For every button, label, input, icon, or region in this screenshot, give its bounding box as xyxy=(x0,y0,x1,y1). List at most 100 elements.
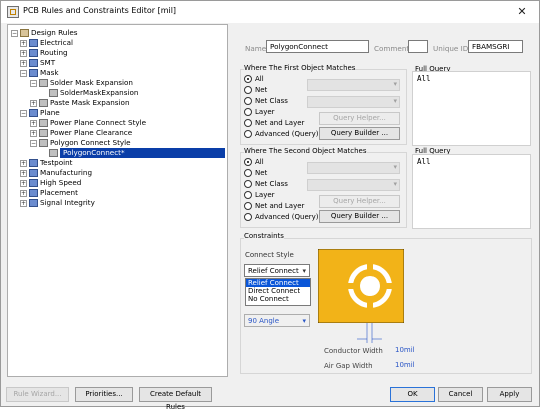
tree-item-plane[interactable]: − Plane xyxy=(20,108,60,118)
comment-field[interactable] xyxy=(408,40,428,53)
tree-item-label: Routing xyxy=(40,48,68,57)
expand-icon[interactable]: + xyxy=(20,169,27,177)
connect-style-dropdown[interactable]: Relief Connect Direct Connect No Connect xyxy=(245,278,311,306)
priorities-button[interactable]: Priorities... xyxy=(75,387,133,402)
expand-icon[interactable]: + xyxy=(20,199,27,207)
radio-icon xyxy=(244,191,252,199)
tree-item-smt[interactable]: + SMT xyxy=(20,58,55,68)
conductor-width-value[interactable]: 10mil xyxy=(395,346,415,354)
tree-item-testpoint[interactable]: + Testpoint xyxy=(20,158,72,168)
title-bar: PCB Rules and Constraints Editor [mil] ✕ xyxy=(1,1,539,23)
tree-item-power-plane-connect-style[interactable]: + Power Plane Connect Style xyxy=(30,118,146,128)
tree-item-routing[interactable]: + Routing xyxy=(20,48,68,58)
tree-item-paste-mask-expansion[interactable]: + Paste Mask Expansion xyxy=(30,98,130,108)
second-full-query-box[interactable]: All xyxy=(412,154,531,229)
tree-item-high-speed[interactable]: + High Speed xyxy=(20,178,81,188)
expand-icon[interactable]: + xyxy=(20,179,27,187)
cancel-button[interactable]: Cancel xyxy=(438,387,483,402)
tree-item-soldermaskexpansion[interactable]: SolderMaskExpansion xyxy=(49,88,138,98)
app-icon xyxy=(7,6,19,18)
ok-button[interactable]: OK xyxy=(390,387,435,402)
first-radio-layer[interactable]: Layer xyxy=(244,108,275,116)
option-no-connect[interactable]: No Connect xyxy=(246,295,310,303)
radio-label: Layer xyxy=(255,108,275,116)
expand-icon[interactable]: + xyxy=(30,129,37,137)
first-net-select xyxy=(307,79,400,91)
tree-item-manufacturing[interactable]: + Manufacturing xyxy=(20,168,92,178)
second-radio-net-class[interactable]: Net Class xyxy=(244,180,288,188)
tree-item-label: Placement xyxy=(40,188,78,197)
first-radio-all[interactable]: All xyxy=(244,75,264,83)
radio-selected-icon xyxy=(244,75,252,83)
second-radio-all[interactable]: All xyxy=(244,158,264,166)
collapse-icon[interactable]: − xyxy=(30,139,37,147)
tree-item-polygonconnect-selected[interactable]: PolygonConnect* xyxy=(49,148,225,158)
radio-icon xyxy=(244,97,252,105)
tree-item-signal-integrity[interactable]: + Signal Integrity xyxy=(20,198,95,208)
first-query-builder-button[interactable]: Query Builder ... xyxy=(319,127,400,140)
option-direct-connect[interactable]: Direct Connect xyxy=(246,287,310,295)
second-radio-layer[interactable]: Layer xyxy=(244,191,275,199)
apply-button[interactable]: Apply xyxy=(487,387,532,402)
radio-label: Layer xyxy=(255,191,275,199)
name-label: Name xyxy=(245,44,267,53)
expand-icon[interactable]: + xyxy=(30,119,37,127)
tree-item-power-plane-clearance[interactable]: + Power Plane Clearance xyxy=(30,128,132,138)
expand-icon[interactable]: + xyxy=(20,189,27,197)
tree-item-label: Power Plane Clearance xyxy=(50,128,133,137)
radio-label: Net and Layer xyxy=(255,202,305,210)
radio-label: All xyxy=(255,158,264,166)
rule-wizard-button: Rule Wizard... xyxy=(6,387,69,402)
second-query-builder-button[interactable]: Query Builder ... xyxy=(319,210,400,223)
constraints-title: Constraints xyxy=(244,232,284,240)
rule-instance-icon xyxy=(49,149,58,157)
tree-item-polygon-connect-style[interactable]: − Polygon Connect Style xyxy=(30,138,131,148)
first-query-helper-button: Query Helper... xyxy=(319,112,400,125)
first-radio-net-and-layer[interactable]: Net and Layer xyxy=(244,119,304,127)
dimension-arrows xyxy=(357,323,382,343)
connect-style-select[interactable]: Relief Connect xyxy=(244,264,310,277)
expand-icon[interactable]: + xyxy=(20,159,27,167)
thermal-relief-icon xyxy=(317,248,405,324)
radio-icon xyxy=(244,169,252,177)
second-radio-advanced[interactable]: Advanced (Query) xyxy=(244,213,319,221)
second-radio-net-and-layer[interactable]: Net and Layer xyxy=(244,202,304,210)
expand-icon[interactable]: + xyxy=(30,99,37,107)
radio-icon xyxy=(244,213,252,221)
radio-label: Net Class xyxy=(255,97,288,105)
expand-icon[interactable]: + xyxy=(20,49,27,57)
tree-item-label: SolderMaskExpansion xyxy=(60,88,139,97)
second-radio-net[interactable]: Net xyxy=(244,169,267,177)
tree-item-label: Paste Mask Expansion xyxy=(50,98,130,107)
first-radio-advanced[interactable]: Advanced (Query) xyxy=(244,130,319,138)
expand-icon[interactable]: + xyxy=(20,39,27,47)
rules-tree[interactable]: − Design Rules + Electrical + Routing + … xyxy=(7,24,228,377)
expand-icon[interactable]: + xyxy=(20,59,27,67)
tree-item-solder-mask-expansion[interactable]: − Solder Mask Expansion xyxy=(30,78,133,88)
first-radio-net-class[interactable]: Net Class xyxy=(244,97,288,105)
collapse-icon[interactable]: − xyxy=(20,109,27,117)
name-field[interactable]: PolygonConnect xyxy=(266,40,369,53)
unique-id-field[interactable]: FBAMSGRI xyxy=(468,40,523,53)
second-net-class-select xyxy=(307,179,400,191)
create-default-rules-button[interactable]: Create Default Rules xyxy=(139,387,212,411)
rule-instance-icon xyxy=(49,89,58,97)
radio-icon xyxy=(244,130,252,138)
radio-label: Net xyxy=(255,169,268,177)
option-relief-connect[interactable]: Relief Connect xyxy=(246,279,310,287)
collapse-icon[interactable]: − xyxy=(20,69,27,77)
rule-icon xyxy=(29,109,38,117)
close-icon[interactable]: ✕ xyxy=(509,3,535,21)
second-full-query-text: All xyxy=(417,157,431,166)
tree-item-mask[interactable]: − Mask xyxy=(20,68,59,78)
first-full-query-box[interactable]: All xyxy=(412,71,531,146)
radio-selected-icon xyxy=(244,158,252,166)
first-radio-net[interactable]: Net xyxy=(244,86,267,94)
tree-item-design-rules[interactable]: − Design Rules xyxy=(11,28,78,38)
tree-item-placement[interactable]: + Placement xyxy=(20,188,78,198)
tree-item-label: Manufacturing xyxy=(40,168,93,177)
tree-item-electrical[interactable]: + Electrical xyxy=(20,38,73,48)
air-gap-width-value[interactable]: 10mil xyxy=(395,361,415,369)
collapse-icon[interactable]: − xyxy=(30,79,37,87)
collapse-icon[interactable]: − xyxy=(11,29,18,37)
